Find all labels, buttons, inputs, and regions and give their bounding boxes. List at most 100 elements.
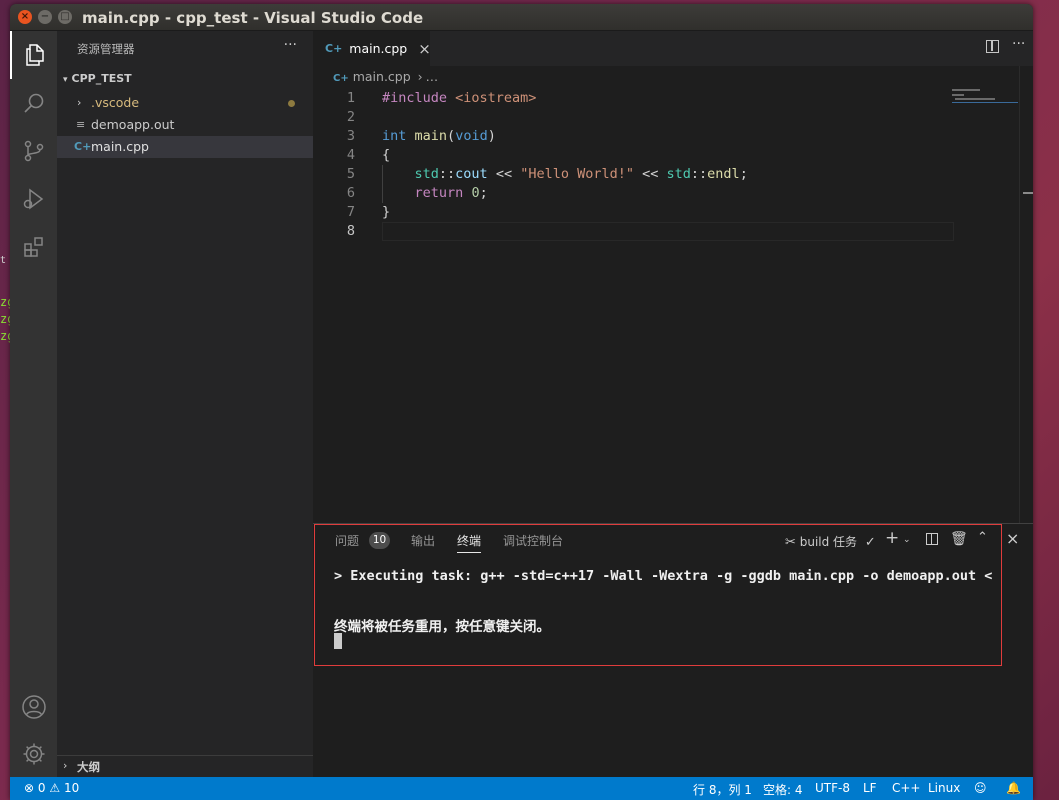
split-terminal-icon[interactable] xyxy=(926,533,938,545)
activity-bar xyxy=(10,31,57,777)
line-number: 8 xyxy=(346,223,355,239)
code-token: main xyxy=(414,128,448,144)
code-token: "Hello World!" xyxy=(520,166,634,182)
terminal-task-select[interactable]: ✂ build 任务 ✓ xyxy=(785,533,876,550)
check-icon: ✓ xyxy=(864,535,876,550)
line-content: { xyxy=(382,146,390,165)
code-line[interactable]: 8 xyxy=(313,222,954,241)
outline-section[interactable]: › 大纲 xyxy=(57,755,313,777)
run-debug-icon[interactable] xyxy=(10,175,57,223)
cpp-file-icon: C+ xyxy=(325,42,343,55)
source-control-icon[interactable] xyxy=(10,127,57,175)
platform[interactable]: Linux xyxy=(928,781,960,795)
cpp-file-icon: C+ xyxy=(74,140,92,153)
trash-icon[interactable]: 🗑 xyxy=(950,531,968,547)
indent-guide xyxy=(382,165,383,184)
tab-problems[interactable]: 问题 xyxy=(335,529,359,553)
window-minimize-button[interactable]: − xyxy=(38,10,52,24)
line-content: int main(void) xyxy=(382,127,496,146)
tab-output[interactable]: 输出 xyxy=(411,529,435,553)
search-icon[interactable] xyxy=(10,79,57,127)
tree-item-main-cpp[interactable]: C+ main.cpp xyxy=(57,136,313,158)
code-line[interactable]: 6 return 0; xyxy=(313,184,953,203)
line-number: 5 xyxy=(346,166,355,182)
close-panel-icon[interactable]: × xyxy=(1006,529,1019,548)
chevron-down-icon: ▾ xyxy=(63,75,68,85)
chevron-up-icon[interactable]: ⌃ xyxy=(977,530,988,545)
tree-item-label: demoapp.out xyxy=(91,117,175,132)
encoding[interactable]: UTF-8 xyxy=(815,781,850,795)
tab-main-cpp[interactable]: C+ main.cpp × xyxy=(313,31,431,66)
tools-icon: ✂ xyxy=(785,535,796,550)
workspace-section[interactable]: ▾ CPP_TEST xyxy=(63,72,132,85)
more-actions-icon[interactable]: ··· xyxy=(284,37,297,53)
files-icon[interactable] xyxy=(10,31,57,79)
vscode-window: × − □ main.cpp - cpp_test - Visual Studi… xyxy=(10,4,1033,800)
indentation[interactable]: 空格: 4 xyxy=(763,781,803,798)
code-line[interactable]: 5 std::cout << "Hello World!" << std::en… xyxy=(313,165,953,184)
code-token: 0 xyxy=(471,185,480,201)
more-actions-icon[interactable]: ··· xyxy=(1012,36,1025,52)
code-token: << xyxy=(634,166,667,182)
chevron-down-icon[interactable]: ⌄ xyxy=(903,535,911,545)
account-icon[interactable] xyxy=(10,683,57,731)
window-maximize-button[interactable]: □ xyxy=(58,10,72,24)
code-line[interactable]: 2 xyxy=(313,108,953,127)
desktop-text-fragment: t xyxy=(0,255,7,266)
language-mode[interactable]: C++ xyxy=(892,781,921,795)
cursor-position[interactable]: 行 8，列 1 xyxy=(693,781,752,798)
chevron-right-icon: › xyxy=(63,759,68,772)
current-line-highlight xyxy=(382,222,954,241)
tree-item-label: .vscode xyxy=(91,95,140,110)
tab-terminal[interactable]: 终端 xyxy=(457,529,482,553)
cpp-file-icon: C+ xyxy=(333,73,349,84)
new-terminal-icon[interactable]: + xyxy=(885,528,899,548)
code-token: << xyxy=(487,166,521,182)
line-number: 1 xyxy=(346,90,355,106)
title-bar: × − □ main.cpp - cpp_test - Visual Studi… xyxy=(10,4,1033,31)
code-token: cout xyxy=(455,166,488,182)
code-line[interactable]: 7} xyxy=(313,203,953,222)
breadcrumb-file[interactable]: main.cpp xyxy=(353,69,411,84)
breadcrumb-rest[interactable]: … xyxy=(426,69,439,84)
code-editor[interactable]: 1 #include <iostream> 2 3 int main(void) 4{5 … xyxy=(313,89,954,241)
editor-scrollbar[interactable] xyxy=(1019,66,1033,524)
code-token: <iostream> xyxy=(455,90,537,106)
split-editor-icon[interactable] xyxy=(986,40,999,53)
tab-debug-console[interactable]: 调试控制台 xyxy=(503,529,563,553)
warning-icon: ⚠ xyxy=(49,781,61,795)
code-token: { xyxy=(382,147,391,163)
code-token: std xyxy=(414,166,439,182)
tree-item-demoapp-out[interactable]: ≡ demoapp.out xyxy=(57,114,313,136)
warning-count: 10 xyxy=(63,781,80,795)
code-line[interactable]: 1 #include <iostream> xyxy=(313,89,953,108)
feedback-icon[interactable]: ☺ xyxy=(974,781,987,795)
line-content: std::cout << "Hello World!" << std::endl… xyxy=(382,165,748,184)
tab-close-icon[interactable]: × xyxy=(418,40,431,58)
notifications-bell-icon[interactable]: 🔔 xyxy=(1006,781,1021,795)
code-token: } xyxy=(382,204,391,220)
settings-gear-icon[interactable] xyxy=(10,730,57,778)
error-icon: ⊗ xyxy=(24,781,35,795)
code-line[interactable]: 3 int main(void) xyxy=(313,127,953,146)
code-token: ( xyxy=(447,128,456,144)
code-token: std xyxy=(666,166,691,182)
tab-label: main.cpp xyxy=(349,41,408,56)
problems-status[interactable]: ⊗ 0 ⚠ 10 xyxy=(24,781,79,795)
explorer-sidebar: 资源管理器 ··· ▾ CPP_TEST › .vscode ≡ demoapp.… xyxy=(57,31,313,777)
line-number: 3 xyxy=(346,128,355,144)
code-line[interactable]: 4{ xyxy=(313,146,953,165)
outline-label: 大纲 xyxy=(77,760,100,774)
extensions-icon[interactable] xyxy=(10,223,57,271)
terminal-highlight-box: 问题 10 输出 终端 调试控制台 ✂ build 任务 ✓ + ⌄ 🗑 ⌃ >… xyxy=(314,524,1002,666)
tree-item-vscode-folder[interactable]: › .vscode xyxy=(57,92,313,114)
code-token: ; xyxy=(739,166,748,182)
window-close-button[interactable]: × xyxy=(18,10,32,24)
line-number: 4 xyxy=(346,147,355,163)
code-token: endl xyxy=(707,166,740,182)
code-token: int xyxy=(382,128,407,144)
line-content: } xyxy=(382,203,390,222)
end-of-line[interactable]: LF xyxy=(863,781,877,795)
